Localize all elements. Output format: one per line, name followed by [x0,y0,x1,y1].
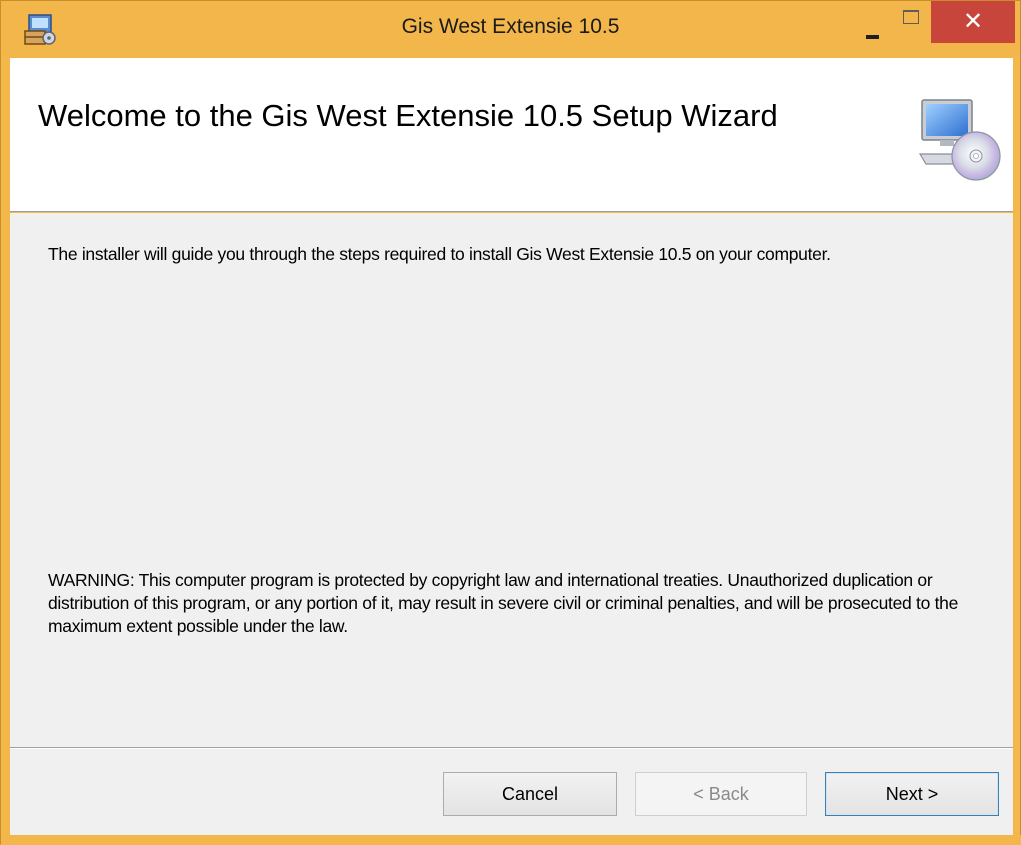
maximize-button[interactable] [891,3,931,35]
next-button[interactable]: Next > [825,772,999,816]
cancel-button[interactable]: Cancel [443,772,617,816]
maximize-icon [903,10,919,24]
copyright-warning: WARNING: This computer program is protec… [48,570,959,636]
minimize-icon [866,35,879,39]
setup-wizard-window: Gis West Extensie 10.5 ✕ Welcome to the … [0,0,1021,845]
button-bar: Cancel < Back Next > [10,747,1013,835]
close-button[interactable]: ✕ [931,1,1015,43]
page-title: Welcome to the Gis West Extensie 10.5 Se… [38,98,778,133]
title-bar[interactable]: Gis West Extensie 10.5 ✕ [1,1,1020,58]
computer-cd-icon [916,98,1002,184]
header-banner: Welcome to the Gis West Extensie 10.5 Se… [10,58,1013,212]
back-button[interactable]: < Back [635,772,807,816]
wizard-body: The installer will guide you through the… [10,213,1013,747]
close-icon: ✕ [962,7,984,35]
intro-text: The installer will guide you through the… [48,244,831,264]
minimize-button[interactable] [853,3,891,39]
